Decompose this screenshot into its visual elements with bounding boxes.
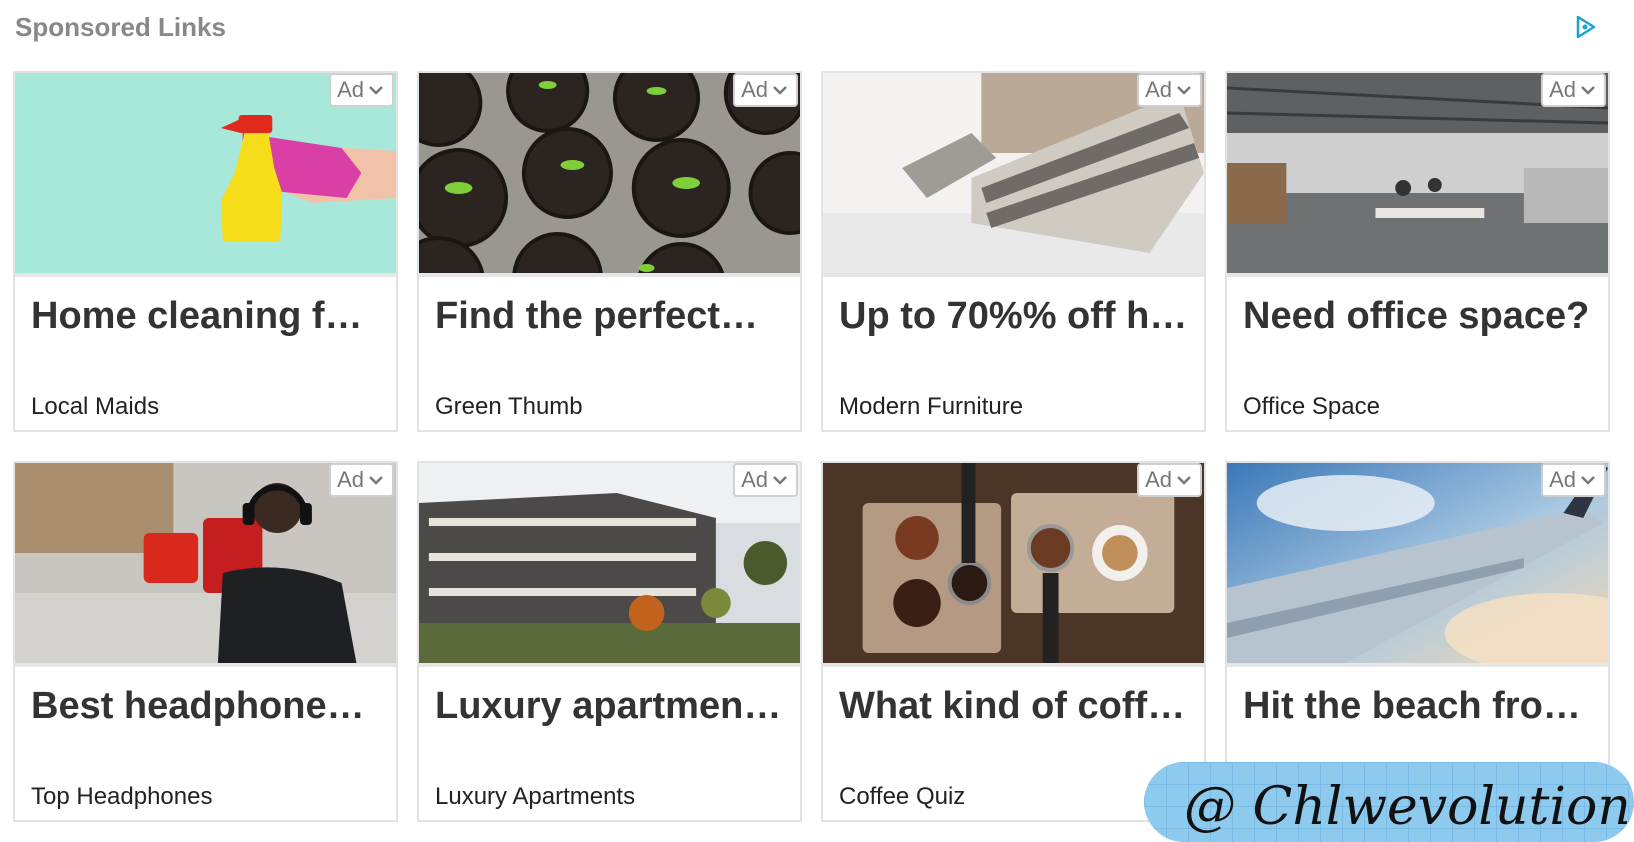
ad-badge[interactable]: Ad <box>329 463 394 497</box>
chevron-down-icon <box>1581 476 1595 485</box>
ad-card-apartments[interactable]: Ad Luxury apartment… Luxury Apartments <box>417 461 802 822</box>
chevron-down-icon <box>773 476 787 485</box>
chevron-down-icon <box>773 86 787 95</box>
ad-brand[interactable]: Office Space <box>1243 393 1380 421</box>
card-divider <box>1227 663 1608 667</box>
ad-badge-label: Ad <box>1145 467 1172 492</box>
ad-brand[interactable]: Green Thumb <box>435 393 583 421</box>
ad-brand[interactable]: Luxury Apartments <box>435 783 635 811</box>
chevron-down-icon <box>1177 86 1191 95</box>
ad-badge[interactable]: Ad <box>733 463 798 497</box>
ad-badge[interactable]: Ad <box>733 73 798 107</box>
ad-badge[interactable]: Ad <box>1541 463 1606 497</box>
watermark-badge: @ Chlwevolution <box>1144 762 1634 842</box>
ad-badge-label: Ad <box>337 77 364 102</box>
card-divider <box>1227 273 1608 277</box>
adchoices-icon[interactable] <box>1574 14 1598 40</box>
card-divider <box>15 663 396 667</box>
watermark-text: @ Chlwevolution <box>1184 777 1631 837</box>
card-divider <box>419 273 800 277</box>
ad-brand[interactable]: Coffee Quiz <box>839 783 965 811</box>
ad-title[interactable]: Find the perfect… <box>435 295 785 338</box>
card-divider <box>419 663 800 667</box>
ad-title[interactable]: Need office space? <box>1243 295 1593 338</box>
ad-brand[interactable]: Top Headphones <box>31 783 212 811</box>
ad-card-furniture[interactable]: Ad Up to 70%% off ho… Modern Furniture <box>821 71 1206 432</box>
ad-badge[interactable]: Ad <box>329 73 394 107</box>
ad-card-home-cleaning[interactable]: Ad Home cleaning for… Local Maids <box>13 71 398 432</box>
ad-badge-label: Ad <box>337 467 364 492</box>
ad-title[interactable]: What kind of coffee… <box>839 685 1189 728</box>
ad-badge-label: Ad <box>741 77 768 102</box>
ad-title[interactable]: Best headphones… <box>31 685 381 728</box>
chevron-down-icon <box>369 476 383 485</box>
ad-badge-label: Ad <box>1549 467 1576 492</box>
chevron-down-icon <box>1177 476 1191 485</box>
ad-brand[interactable]: Local Maids <box>31 393 159 421</box>
ad-badge-label: Ad <box>1549 77 1576 102</box>
ad-title[interactable]: Hit the beach from… <box>1243 685 1593 728</box>
ad-badge[interactable]: Ad <box>1137 73 1202 107</box>
ad-brand[interactable]: Modern Furniture <box>839 393 1023 421</box>
ad-title[interactable]: Up to 70%% off ho… <box>839 295 1189 338</box>
ad-badge-label: Ad <box>741 467 768 492</box>
card-divider <box>823 273 1204 277</box>
watermark-signature: @ Chlwevolution <box>1184 777 1631 837</box>
card-divider <box>15 273 396 277</box>
ad-title[interactable]: Home cleaning for… <box>31 295 381 338</box>
ad-badge[interactable]: Ad <box>1541 73 1606 107</box>
chevron-down-icon <box>1581 86 1595 95</box>
ad-card-headphones[interactable]: Ad Best headphones… Top Headphones <box>13 461 398 822</box>
ad-grid: Ad Home cleaning for… Local Maids Ad Fin… <box>13 71 1610 822</box>
ad-title[interactable]: Luxury apartment… <box>435 685 785 728</box>
ad-badge[interactable]: Ad <box>1137 463 1202 497</box>
ad-badge-label: Ad <box>1145 77 1172 102</box>
card-divider <box>823 663 1204 667</box>
chevron-down-icon <box>369 86 383 95</box>
ad-card-plants[interactable]: Ad Find the perfect… Green Thumb <box>417 71 802 432</box>
sponsored-links-heading: Sponsored Links <box>15 12 226 42</box>
ad-card-office[interactable]: Ad Need office space? Office Space <box>1225 71 1610 432</box>
